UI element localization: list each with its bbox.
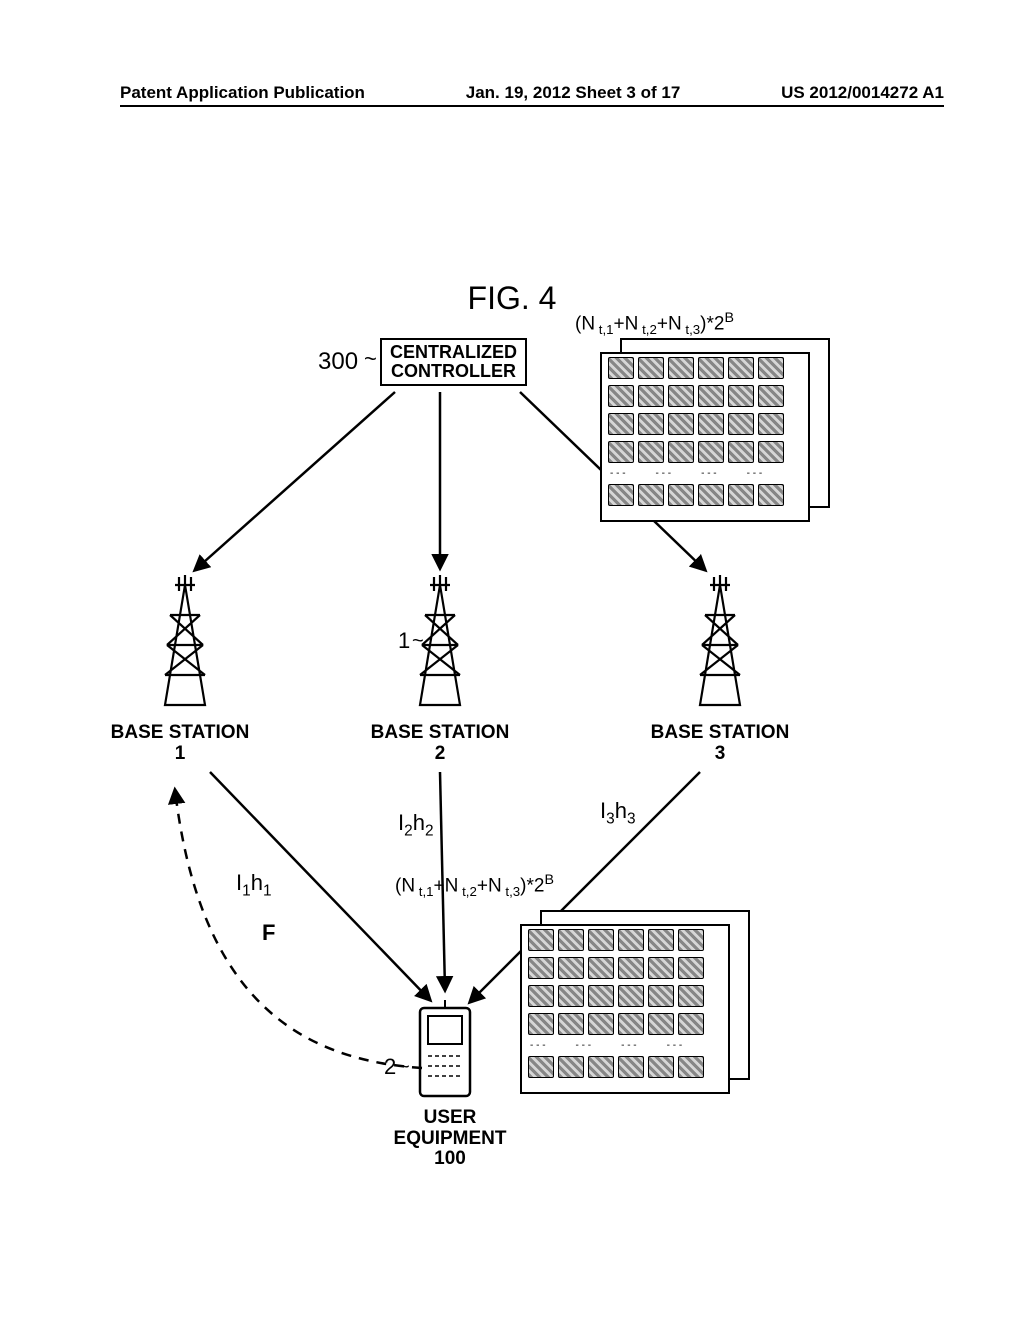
codebook-top-front: - - -- - -- - -- - - (600, 352, 810, 522)
bs2-label: BASE STATION 2 (360, 723, 520, 764)
channel-2: I2h2 (398, 810, 434, 840)
tower-3-icon (680, 575, 760, 715)
controller-line2: CONTROLLER (390, 362, 517, 381)
page-header: Patent Application Publication Jan. 19, … (120, 84, 944, 107)
channel-3: I3h3 (600, 798, 636, 828)
ref-300: 300 (318, 348, 358, 376)
channel-1: I1h1 (236, 870, 272, 900)
feedback-label: F (262, 920, 275, 946)
lead-tilde-2: ~ (398, 1056, 410, 1079)
codebook-dim-bottom: (N t,1+N t,2+N t,3)*2B (395, 872, 554, 899)
header-mid: Jan. 19, 2012 Sheet 3 of 17 (466, 84, 681, 101)
ref-2: 2 (384, 1054, 396, 1080)
codebook-dim-top: (N t,1+N t,2+N t,3)*2B (575, 310, 734, 337)
bs1-label: BASE STATION 1 (100, 723, 260, 764)
lead-line-tilde-300: ~ (364, 346, 377, 372)
centralized-controller-box: CENTRALIZED CONTROLLER (380, 338, 527, 386)
figure-title: FIG. 4 (0, 280, 1024, 317)
bs3-label: BASE STATION 3 (640, 723, 800, 764)
controller-line1: CENTRALIZED (390, 343, 517, 362)
tower-1-icon (145, 575, 225, 715)
ref-1: 1 (398, 628, 410, 654)
user-equipment-icon (416, 1000, 474, 1100)
lead-tilde-1: ~ (412, 630, 424, 653)
header-right: US 2012/0014272 A1 (781, 84, 944, 101)
codebook-bottom-front: - - -- - -- - -- - - (520, 924, 730, 1094)
header-left: Patent Application Publication (120, 84, 365, 101)
ue-label: USER EQUIPMENT 100 (380, 1108, 520, 1170)
